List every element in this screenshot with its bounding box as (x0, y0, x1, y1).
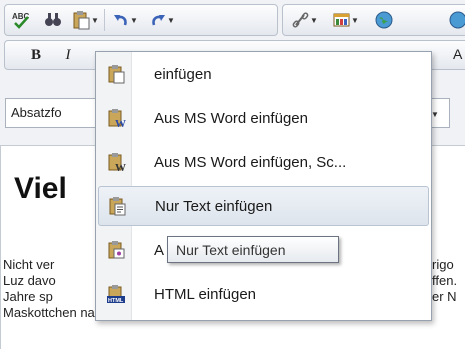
chevron-down-icon: ▼ (91, 15, 99, 25)
paste-icon (98, 64, 134, 84)
extra-globe-icon[interactable] (446, 8, 465, 32)
redo-button[interactable]: ▼ (145, 8, 179, 32)
tooltip: Nur Text einfügen (167, 236, 339, 263)
spellcheck-icon[interactable]: ABC (9, 8, 33, 32)
toolbar-divider (104, 9, 105, 31)
menu-item-label: einfügen (154, 65, 212, 83)
svg-text:W: W (115, 118, 126, 128)
menu-item-paste-text[interactable]: Nur Text einfügen (98, 186, 429, 226)
bold-button[interactable]: B (24, 43, 48, 67)
chevron-down-icon: ▼ (310, 15, 318, 25)
paste-text-icon (99, 196, 135, 216)
paste-html-icon: HTML (98, 284, 134, 304)
find-icon[interactable] (41, 8, 65, 32)
paragraph-fragment: rigo (432, 257, 454, 272)
menu-item-label: Nur Text einfügen (155, 197, 273, 215)
menu-item-label: A (154, 241, 165, 259)
chevron-down-icon: ▼ (167, 15, 175, 25)
content-heading: Viel (14, 172, 67, 205)
paste-word-icon: W (98, 108, 134, 128)
menu-item-paste-word[interactable]: W Aus MS Word einfügen (98, 98, 429, 138)
style-glyph-a[interactable]: A (453, 46, 462, 62)
menu-item-paste-html[interactable]: HTML HTML einfügen (98, 274, 429, 314)
chevron-down-icon: ▼ (130, 15, 138, 25)
undo-button[interactable]: ▼ (108, 8, 142, 32)
link-button[interactable]: ▼ (288, 8, 322, 32)
menu-item-paste-word-clean[interactable]: W Aus MS Word einfügen, Sc... (98, 142, 429, 182)
menu-item-paste[interactable]: einfügen (98, 54, 429, 94)
paste-dropdown-menu: einfügen W Aus MS Word einfügen W Aus MS… (95, 51, 432, 321)
menu-item-label: Aus MS Word einfügen (154, 109, 308, 127)
chevron-down-icon: ▼ (431, 110, 439, 119)
svg-text:HTML: HTML (108, 298, 124, 304)
format-combo[interactable]: Absatzfo (5, 98, 101, 128)
paragraph-line: Luz davo (3, 273, 56, 288)
paragraph-line: Jahre sp (3, 289, 53, 304)
paragraph-fragment: er N (432, 289, 457, 304)
italic-button[interactable]: I (56, 43, 80, 67)
tooltip-text: Nur Text einfügen (176, 241, 286, 258)
paragraph-fragment: ffen. (432, 273, 458, 288)
format-combo-value: Absatzfo (11, 105, 62, 120)
paste-special-icon (98, 240, 134, 260)
paste-word-clean-icon: W (98, 152, 134, 172)
menu-item-label: Aus MS Word einfügen, Sc... (154, 153, 347, 171)
table-button[interactable]: ▼ (329, 8, 363, 32)
paste-dropdown-button[interactable]: ▼ (68, 8, 102, 32)
hyperlink-globe-icon[interactable] (372, 8, 396, 32)
menu-item-label: HTML einfügen (154, 285, 256, 303)
svg-text:W: W (115, 162, 126, 172)
chevron-down-icon: ▼ (351, 15, 359, 25)
paragraph-line: Nicht ver (3, 257, 55, 272)
